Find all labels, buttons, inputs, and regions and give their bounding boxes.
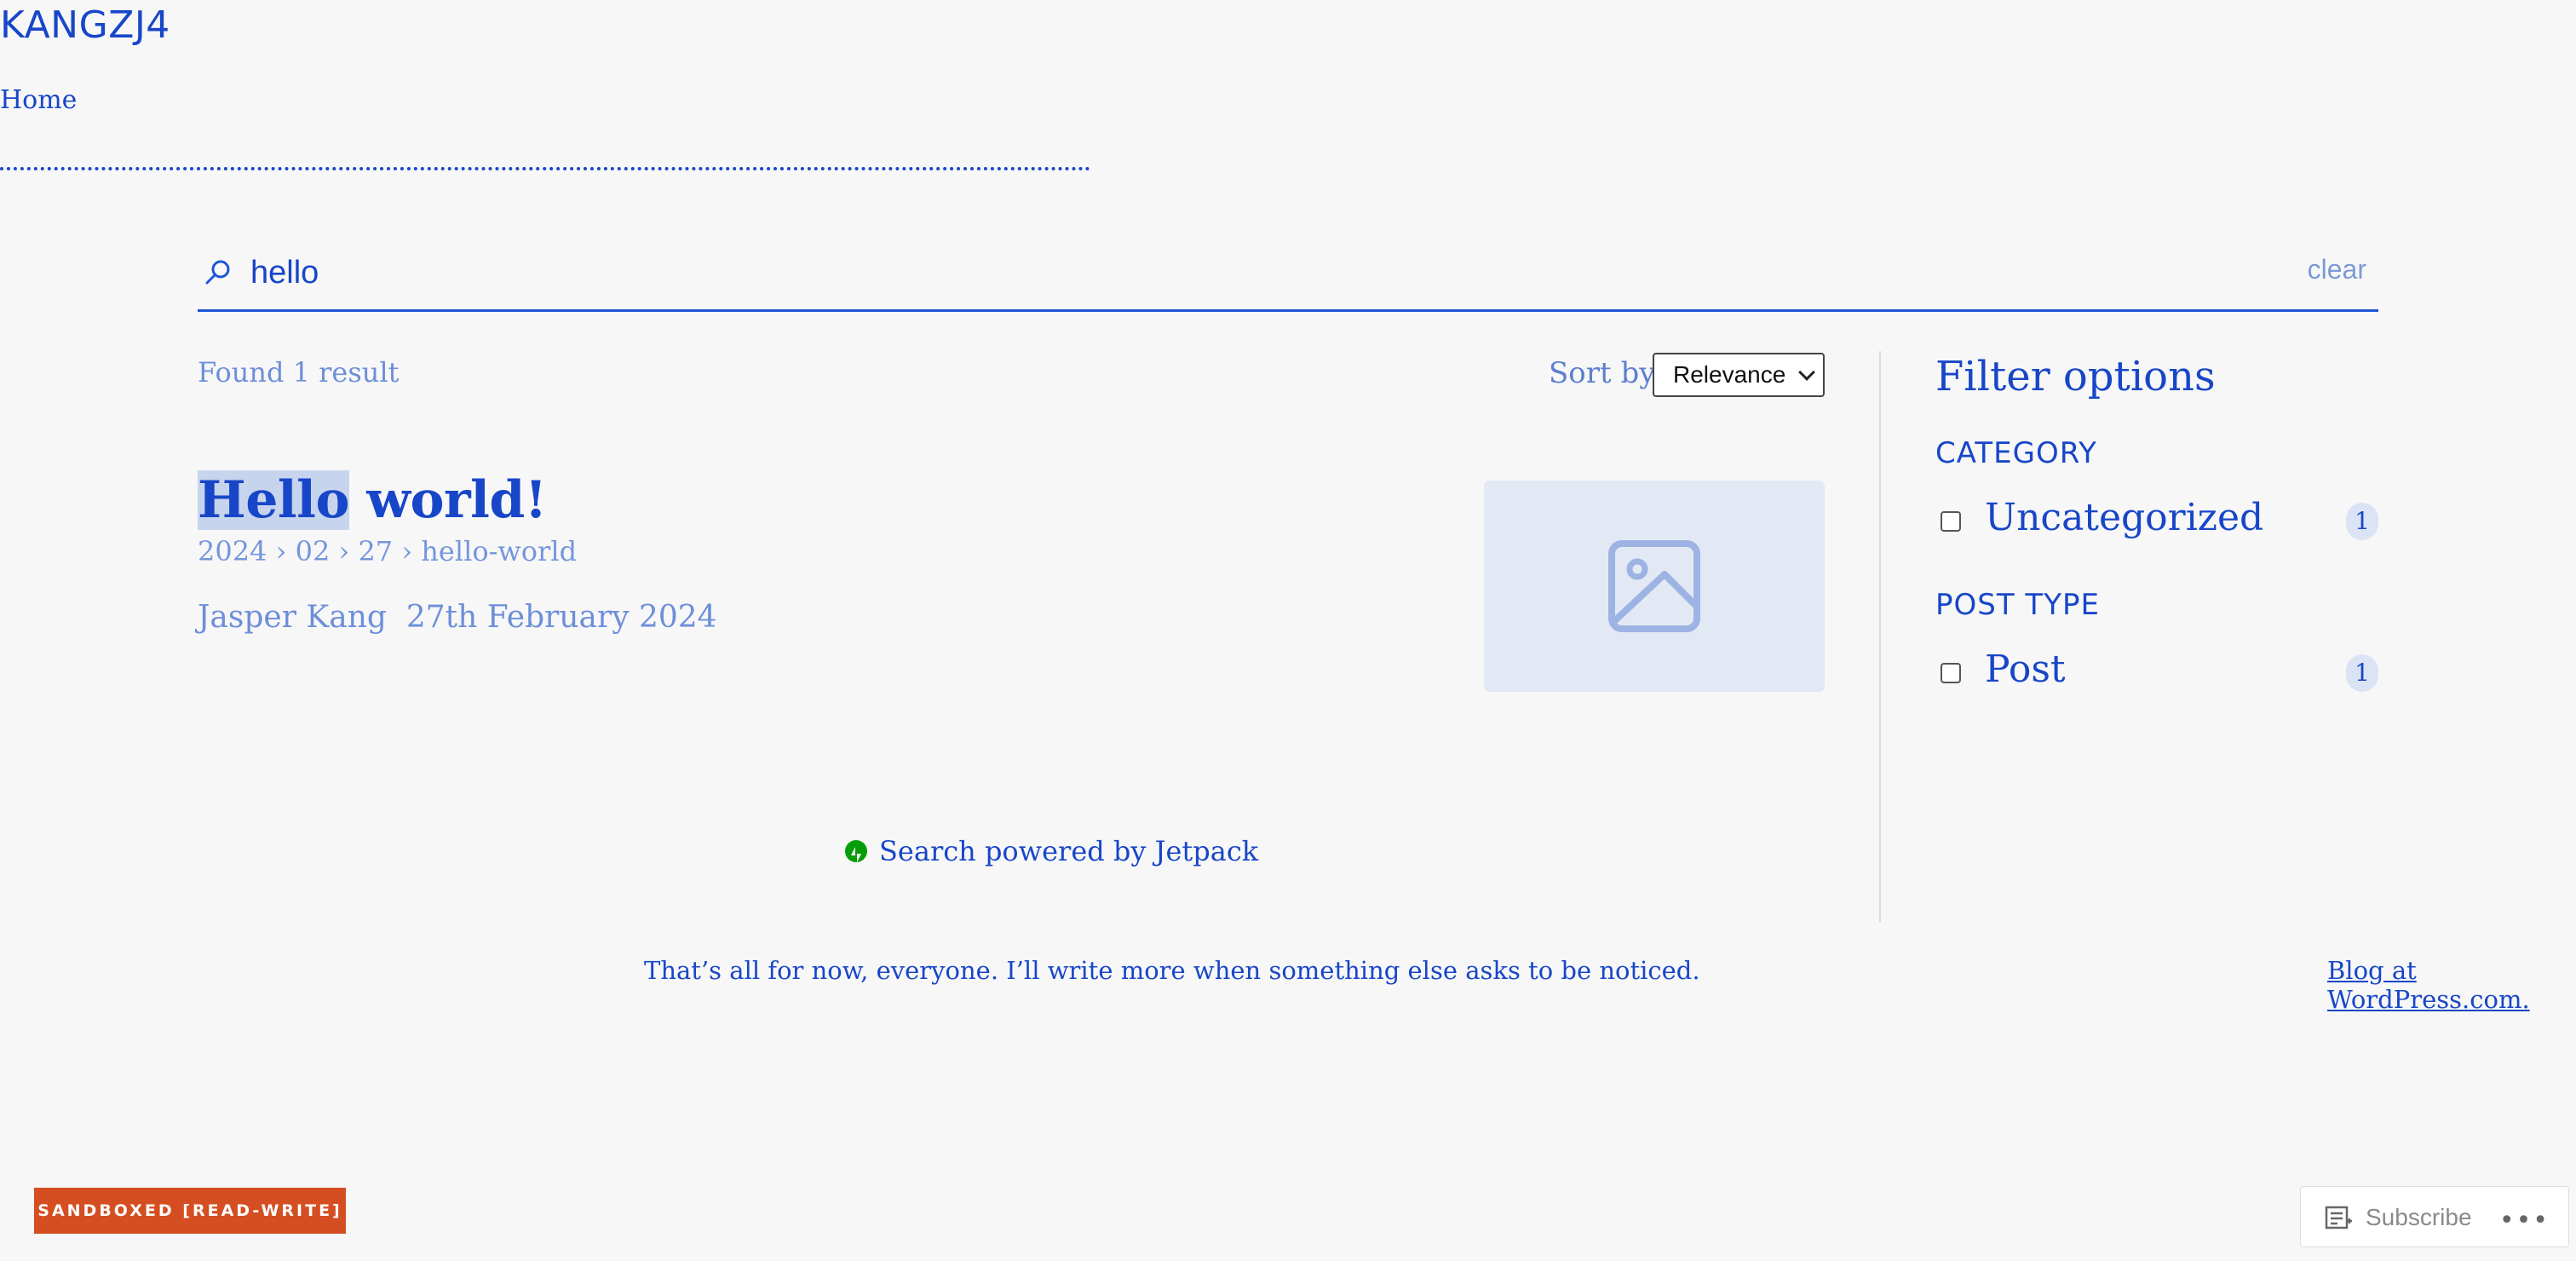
facet-option-label[interactable]: Uncategorized bbox=[1985, 496, 2263, 539]
subscribe-button[interactable]: Subscribe bbox=[2366, 1204, 2472, 1231]
filter-options-title: Filter options bbox=[1935, 353, 2216, 400]
more-options-icon[interactable]: ••• bbox=[2499, 1206, 2550, 1235]
result-title-link[interactable]: Hello world! bbox=[198, 470, 547, 530]
result-thumbnail[interactable] bbox=[1484, 481, 1825, 692]
facet-checkbox[interactable] bbox=[1941, 663, 1961, 683]
sandbox-badge: SANDBOXED [READ-WRITE] bbox=[34, 1188, 346, 1234]
facet-count-badge: 1 bbox=[2346, 654, 2378, 692]
clear-search-button[interactable]: clear bbox=[2308, 254, 2366, 285]
page: KANGZJ4 Home clear Found 1 result Sort b… bbox=[0, 0, 2576, 1261]
nav-home-link[interactable]: Home bbox=[0, 85, 77, 115]
image-placeholder-icon bbox=[1608, 540, 1700, 632]
result-author: Jasper Kang bbox=[198, 600, 387, 635]
search-bar: clear bbox=[198, 240, 2378, 312]
facet-count-badge: 1 bbox=[2346, 503, 2378, 540]
subscribe-icon bbox=[2325, 1206, 2352, 1229]
sort-label: Sort by bbox=[1549, 356, 1656, 390]
facet-heading-category: CATEGORY bbox=[1935, 436, 2097, 470]
powered-by-jetpack-link[interactable]: Search powered by Jetpack bbox=[845, 835, 1258, 867]
action-bar: Subscribe ••• bbox=[2300, 1186, 2569, 1247]
search-icon bbox=[205, 260, 230, 285]
nav-divider bbox=[0, 167, 1090, 170]
facet-option-uncategorized[interactable]: Uncategorized 1 bbox=[1941, 496, 2378, 550]
result-path: 2024 › 02 › 27 › hello-world bbox=[198, 535, 578, 567]
search-input[interactable] bbox=[250, 247, 2210, 298]
facet-heading-post-type: POST TYPE bbox=[1935, 588, 2100, 622]
sidebar-divider bbox=[1879, 351, 1881, 922]
jetpack-icon bbox=[845, 840, 867, 862]
facet-checkbox[interactable] bbox=[1941, 511, 1961, 532]
result-title-rest: world! bbox=[348, 470, 547, 530]
chevron-down-icon bbox=[1798, 364, 1815, 381]
facet-option-post[interactable]: Post 1 bbox=[1941, 648, 2378, 702]
sort-select[interactable]: Relevance bbox=[1653, 353, 1825, 397]
footer-text: That’s all for now, everyone. I’ll write… bbox=[644, 956, 1700, 985]
facet-option-label[interactable]: Post bbox=[1985, 648, 2066, 691]
powered-by-text: Search powered by Jetpack bbox=[879, 835, 1259, 867]
result-title-highlight: Hello bbox=[198, 470, 349, 530]
site-title[interactable]: KANGZJ4 bbox=[0, 3, 170, 47]
sort-selected-value: Relevance bbox=[1673, 361, 1786, 388]
result-meta: Jasper Kang 27th February 2024 bbox=[198, 600, 717, 635]
result-date: 27th February 2024 bbox=[405, 600, 717, 635]
result-count: Found 1 result bbox=[198, 356, 400, 389]
footer-wordpress-link[interactable]: Blog at WordPress.com. bbox=[2327, 956, 2576, 1014]
